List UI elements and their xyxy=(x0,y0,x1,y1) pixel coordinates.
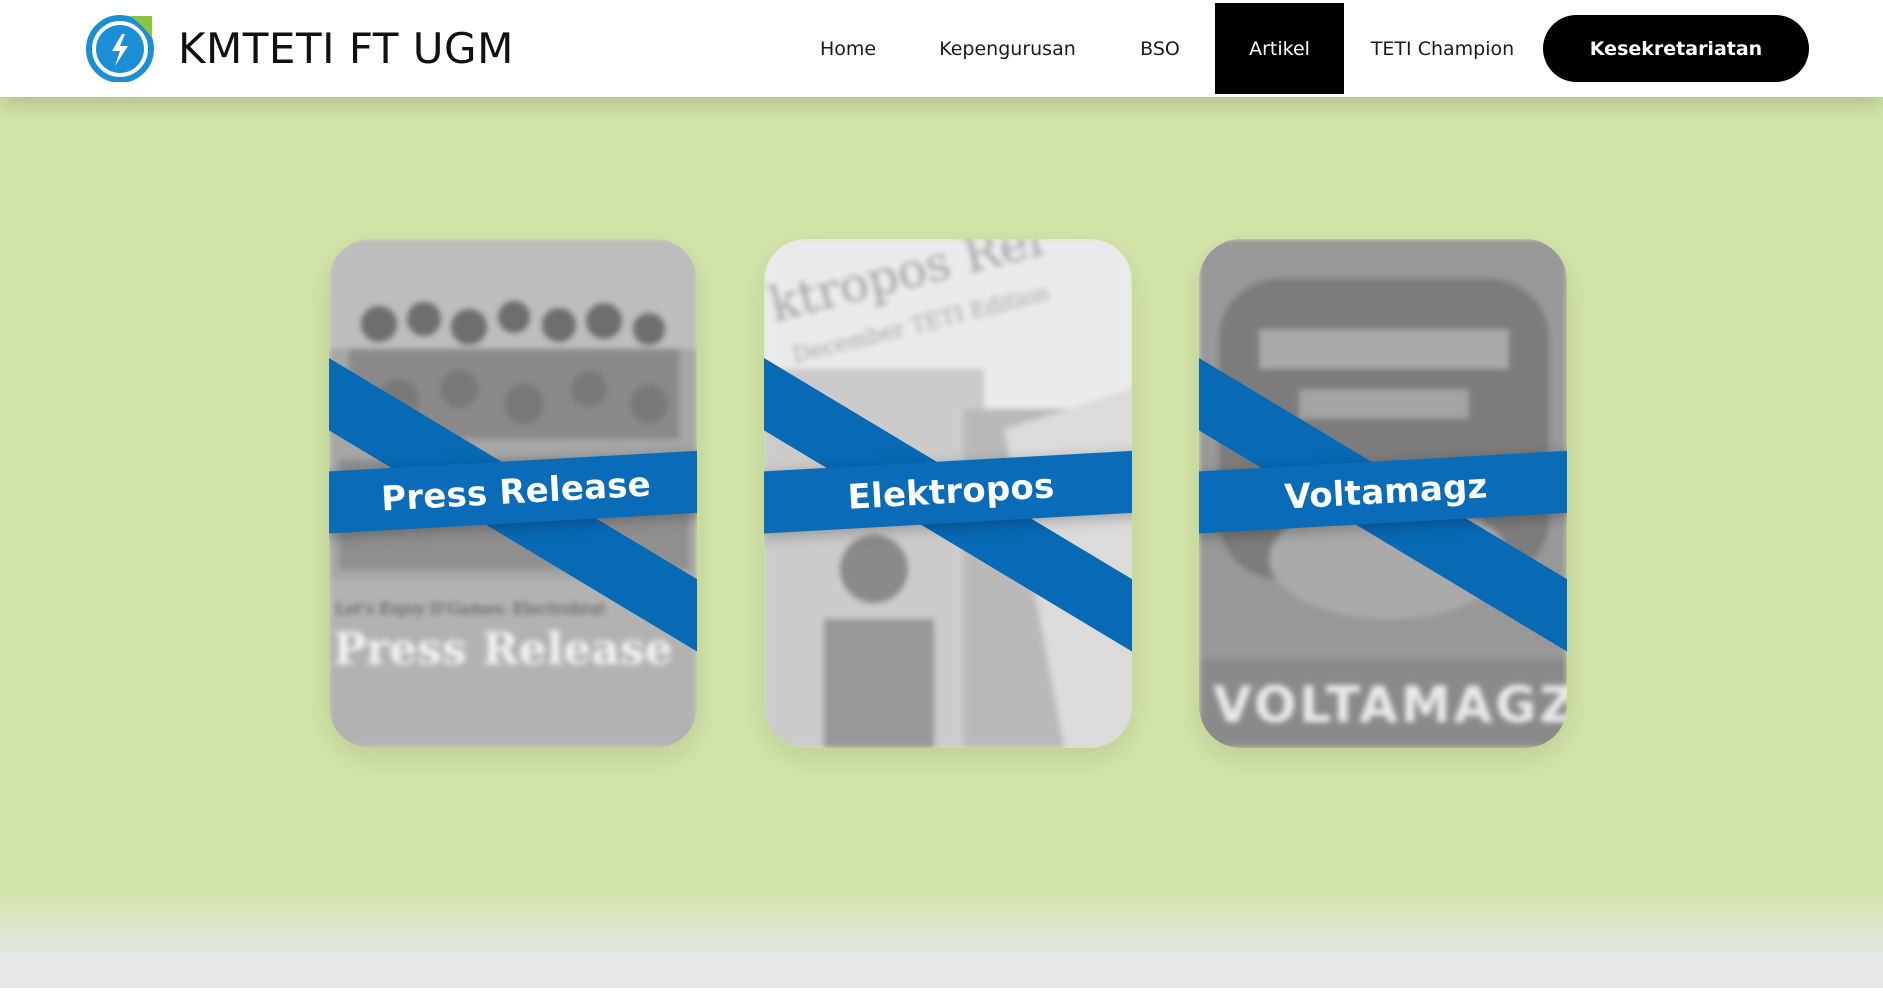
nav-home[interactable]: Home xyxy=(802,3,894,94)
nav-artikel[interactable]: Artikel xyxy=(1215,3,1344,94)
nav-bso[interactable]: BSO xyxy=(1122,3,1198,94)
nav-kepengurusan[interactable]: Kepengurusan xyxy=(930,3,1085,94)
page-bottom-strip xyxy=(0,988,1883,993)
elektropos-label: Elektropos xyxy=(846,466,1056,518)
nav-teti-champion[interactable]: TETI Champion xyxy=(1370,3,1515,94)
card-press-release[interactable]: Let's Enjoy D'Games: Electrobrat Press R… xyxy=(329,239,697,748)
press-release-label: Press Release xyxy=(380,464,652,520)
card-elektropos[interactable]: ktropos Rel December TETI Edition Elektr… xyxy=(764,239,1132,748)
card-voltamagz[interactable]: VOLTAMAGZ Voltamagz xyxy=(1199,239,1567,748)
site-header: KMTETI FT UGM Home Kepengurusan BSO Arti… xyxy=(0,0,1883,97)
voltamagz-label: Voltamagz xyxy=(1283,466,1489,518)
kesekretariatan-button[interactable]: Kesekretariatan xyxy=(1543,15,1809,82)
